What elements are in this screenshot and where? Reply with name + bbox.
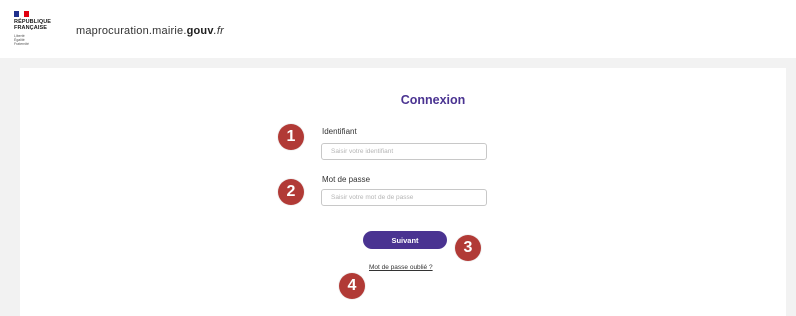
page-title: Connexion	[400, 93, 466, 107]
annotation-badge: 1	[278, 124, 304, 150]
password-input[interactable]	[321, 189, 487, 206]
password-label: Mot de passe	[322, 175, 371, 184]
republique-francaise-logo[interactable]: RÉPUBLIQUE FRANÇAISE Liberté Égalité Fra…	[14, 11, 58, 55]
forgot-password-link[interactable]: Mot de passe oublié ?	[369, 264, 433, 271]
annotation-badge: 4	[339, 273, 365, 299]
motto-line: Fraternité	[14, 42, 29, 46]
suivant-button[interactable]: Suivant	[363, 231, 447, 249]
site-name-suffix: .fr	[213, 25, 225, 37]
french-flag-icon	[14, 11, 29, 17]
annotation-badge: 3	[455, 235, 481, 261]
identifiant-input[interactable]	[321, 143, 487, 160]
logo-motto: Liberté Égalité Fraternité	[14, 34, 58, 46]
site-name-bold: gouv	[186, 25, 214, 37]
identifiant-label: Identifiant	[322, 127, 357, 136]
site-name-link[interactable]: maprocuration.mairie.gouv.fr	[76, 25, 224, 37]
logo-line: FRANÇAISE	[14, 25, 47, 31]
login-card: Connexion Identifiant Mot de passe Suiva…	[20, 68, 786, 316]
annotation-badge: 2	[278, 179, 304, 205]
site-header: RÉPUBLIQUE FRANÇAISE Liberté Égalité Fra…	[0, 0, 796, 58]
site-name-prefix: maprocuration.mairie.	[76, 25, 187, 37]
